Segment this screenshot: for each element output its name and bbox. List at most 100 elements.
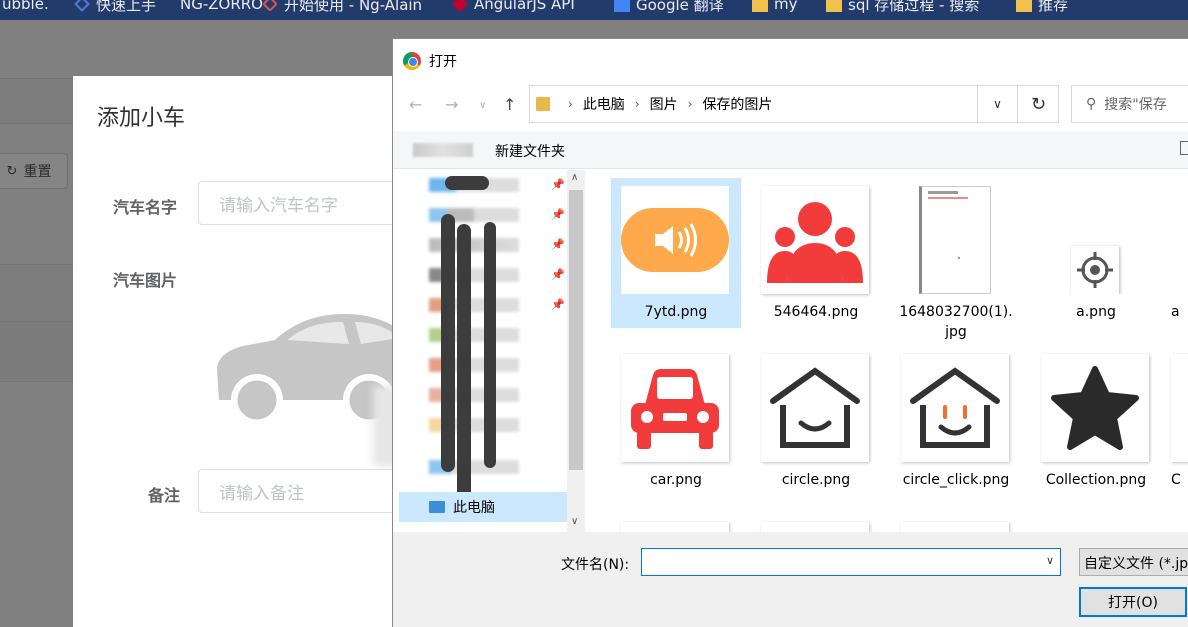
- view-options-icon[interactable]: [1180, 141, 1188, 155]
- file-thumbnail: [901, 522, 1009, 532]
- star-icon: [1051, 366, 1139, 450]
- file-thumbnail: [761, 354, 869, 462]
- doc-line: [928, 197, 968, 199]
- nav-item-this-pc[interactable]: 此电脑: [399, 492, 567, 522]
- folder-icon: [752, 0, 768, 12]
- computer-icon: [429, 501, 445, 513]
- breadcrumb-item[interactable]: 保存的图片: [702, 94, 772, 114]
- file-grid: 7ytd.png 546464.png 1648032700(1). jpg a…: [589, 170, 1188, 532]
- file-thumbnail: [621, 186, 729, 294]
- chevron-up-icon[interactable]: ∧: [571, 172, 578, 183]
- pin-icon: 📌: [551, 178, 565, 191]
- file-name: a.png: [1076, 304, 1116, 320]
- scrollbar-thumb[interactable]: [569, 190, 583, 470]
- chevron-down-icon[interactable]: ∨: [571, 516, 578, 527]
- recent-dropdown-icon[interactable]: ∨: [479, 100, 486, 111]
- redaction-mark: [441, 214, 455, 472]
- house-smile-icon: [910, 367, 1000, 448]
- chevron-right-icon: ›: [568, 97, 573, 111]
- refresh-icon[interactable]: ↻: [1017, 86, 1059, 122]
- dialog-title: 添加小车: [97, 106, 186, 131]
- file-item-partial[interactable]: a: [1171, 178, 1188, 328]
- breadcrumb-item[interactable]: 图片: [650, 94, 678, 114]
- file-thumbnail: [1171, 354, 1188, 462]
- target-icon: [1077, 252, 1113, 288]
- file-thumbnail: [621, 354, 729, 462]
- remark-label: 备注: [148, 486, 181, 505]
- vue-icon: [74, 0, 90, 12]
- bookmark-item[interactable]: my: [752, 0, 798, 14]
- redaction-mark: [484, 222, 496, 468]
- car-image-label: 汽车图片: [113, 271, 178, 290]
- breadcrumb: › 此电脑 › 图片 › 保存的图片: [558, 94, 772, 114]
- file-item-546464[interactable]: 546464.png: [751, 178, 881, 328]
- redaction-mark: [457, 224, 471, 508]
- address-bar[interactable]: › 此电脑 › 图片 › 保存的图片 ∨ ↻: [529, 85, 1059, 123]
- doc-line: [928, 191, 958, 194]
- chevron-right-icon: ›: [634, 97, 640, 111]
- bookmark-item[interactable]: ubble.: [2, 0, 49, 14]
- folder-icon: [1016, 0, 1032, 12]
- file-item-car[interactable]: car.png: [611, 346, 741, 496]
- file-item-7ytd[interactable]: 7ytd.png: [611, 178, 741, 328]
- file-name: 1648032700(1). jpg: [899, 304, 1013, 340]
- file-item-circle-click[interactable]: circle_click.png: [891, 346, 1021, 496]
- bookmark-item[interactable]: sql 存储过程 - 搜索: [826, 0, 979, 14]
- refresh-icon: ↻: [6, 163, 18, 179]
- file-name: car.png: [650, 472, 702, 488]
- pin-icon: 📌: [551, 208, 565, 221]
- ng-alain-icon: [262, 0, 278, 12]
- house-icon: [770, 367, 860, 448]
- file-item-circle[interactable]: circle.png: [751, 346, 881, 496]
- search-input[interactable]: ⚲ 搜索"保存: [1071, 85, 1188, 123]
- file-name: C: [1171, 472, 1181, 488]
- dialog-titlebar: 打开: [393, 39, 1188, 83]
- file-type-select[interactable]: 自定义文件 (*.jp: [1079, 548, 1188, 576]
- scrollbar[interactable]: ∧ ∨: [567, 170, 585, 532]
- add-car-dialog: 添加小车 汽车名字 请输入汽车名字 汽车图片 备注 请输入备注: [73, 76, 438, 627]
- users-icon: [767, 202, 863, 283]
- angular-icon: [452, 0, 468, 12]
- bookmark-item[interactable]: NG-ZORRO: [180, 0, 263, 14]
- reset-button[interactable]: ↻ 重置: [0, 153, 68, 189]
- navigation-bar: ← → ∨ ↑ › 此电脑 › 图片 › 保存的图片 ∨ ↻ ⚲ 搜索"保存: [393, 83, 1188, 129]
- chevron-right-icon: ›: [687, 97, 693, 111]
- file-item-partial[interactable]: C: [1171, 346, 1188, 496]
- pin-icon: 📌: [551, 238, 565, 251]
- command-bar: 新建文件夹: [393, 131, 1188, 169]
- pin-icon: 📌: [551, 298, 565, 311]
- folder-icon: [826, 0, 842, 12]
- pin-icon: 📌: [551, 268, 565, 281]
- organize-menu[interactable]: [413, 143, 473, 157]
- bookmarks-bar: ubble. 快速上手 NG-ZORRO 开始使用 - Ng-Alain Ang…: [0, 0, 1188, 20]
- file-name: circle_click.png: [902, 472, 1010, 488]
- search-icon: ⚲: [1086, 96, 1097, 112]
- file-thumbnail: [621, 522, 729, 532]
- file-name: circle.png: [781, 472, 851, 488]
- redaction-mark: [445, 176, 489, 190]
- dialog-footer: 文件名(N): ∨ 自定义文件 (*.jp 打开(O): [393, 532, 1188, 627]
- car-icon: [631, 369, 719, 449]
- bookmark-item[interactable]: 开始使用 - Ng-Alain: [262, 0, 422, 14]
- chevron-down-icon[interactable]: ∨: [977, 86, 1017, 122]
- chevron-down-icon[interactable]: ∨: [1046, 554, 1054, 567]
- file-item-1648032700[interactable]: 1648032700(1). jpg: [891, 178, 1021, 340]
- file-open-dialog: 打开 ← → ∨ ↑ › 此电脑 › 图片 › 保存的图片 ∨ ↻ ⚲ 搜索"保…: [392, 38, 1188, 627]
- open-button[interactable]: 打开(O): [1079, 587, 1187, 617]
- filename-input[interactable]: ∨: [641, 548, 1061, 576]
- folder-icon: [536, 97, 550, 111]
- file-item-a[interactable]: a.png: [1031, 178, 1161, 328]
- file-item-collection[interactable]: Collection.png: [1031, 346, 1161, 496]
- target-thumb: [1071, 246, 1119, 294]
- back-arrow-icon[interactable]: ←: [409, 95, 422, 114]
- breadcrumb-item[interactable]: 此电脑: [583, 94, 625, 114]
- file-thumbnail: [761, 186, 869, 294]
- bookmark-item[interactable]: Google 翻译: [614, 0, 724, 14]
- dialog-title: 打开: [429, 54, 457, 70]
- new-folder-button[interactable]: 新建文件夹: [495, 141, 565, 161]
- forward-arrow-icon[interactable]: →: [445, 95, 458, 114]
- bookmark-item[interactable]: AngularJS API: [452, 0, 575, 14]
- bookmark-item[interactable]: 推荐: [1016, 0, 1068, 14]
- up-arrow-icon[interactable]: ↑: [503, 95, 516, 114]
- bookmark-item[interactable]: 快速上手: [74, 0, 156, 14]
